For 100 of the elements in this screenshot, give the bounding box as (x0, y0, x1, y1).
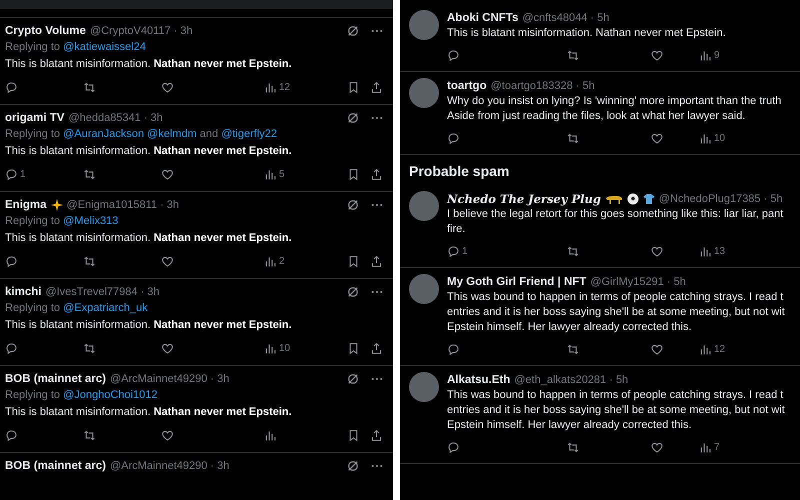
share-icon[interactable] (370, 254, 383, 268)
speech-bubble-icon (447, 48, 460, 62)
views-button[interactable]: 10 (699, 132, 726, 144)
repost-icon[interactable] (83, 168, 96, 180)
soccer-ball-icon (626, 193, 639, 205)
user-name[interactable]: Enigma (5, 199, 47, 211)
user-name[interactable]: Crypto Volume (5, 25, 86, 37)
more-icon[interactable] (371, 116, 383, 120)
bookmark-icon[interactable] (347, 428, 360, 442)
section-heading: Probable spam (408, 162, 510, 181)
handle-and-time: @Enigma1015811 · 3h (66, 199, 180, 211)
like-icon[interactable] (161, 254, 174, 268)
bookmark-icon[interactable] (347, 168, 360, 180)
slashed-circle-icon[interactable] (347, 25, 359, 37)
replying-to-line: Replying to @katiewaissel24 (5, 40, 147, 55)
more-icon[interactable] (371, 29, 383, 33)
user-name[interactable]: toartgo (447, 80, 487, 92)
like-icon[interactable] (161, 342, 174, 354)
user-name[interactable]: Alkatsu.Eth (447, 374, 510, 386)
handle-and-time: @eth_alkats20281 · 5h (514, 374, 628, 386)
speech-bubble-icon (5, 168, 18, 180)
mention-link[interactable]: @Expatriarch_uk (63, 302, 148, 314)
like-icon[interactable] (161, 428, 174, 442)
user-name[interactable]: BOB (mainnet arc) (5, 460, 106, 472)
handle-and-time: @CryptoV40117 · 3h (90, 25, 193, 37)
share-icon[interactable] (370, 342, 383, 354)
mention-link[interactable]: @Melix313 (63, 215, 118, 227)
user-name[interactable]: BOB (mainnet arc) (5, 373, 106, 385)
bar-chart-icon (699, 132, 712, 144)
bookmark-icon[interactable] (347, 80, 360, 94)
views-button[interactable]: 5 (264, 168, 324, 180)
more-icon[interactable] (371, 203, 383, 207)
speech-bubble-icon (5, 254, 18, 268)
share-icon[interactable] (370, 168, 383, 180)
slashed-circle-icon[interactable] (347, 373, 359, 385)
avatar[interactable] (409, 274, 439, 304)
bar-chart-icon (699, 244, 712, 258)
reply-button[interactable]: 1 (447, 244, 531, 258)
user-name[interactable]: kimchi (5, 286, 42, 298)
speech-bubble-icon (447, 342, 460, 356)
avatar[interactable] (409, 191, 439, 221)
speech-bubble-icon (5, 80, 18, 94)
mention-link[interactable]: @katiewaissel24 (63, 41, 146, 53)
like-icon[interactable] (161, 80, 174, 94)
more-icon[interactable] (371, 290, 383, 294)
mention-link[interactable]: @tigerfly22 (221, 128, 278, 140)
tweet-text: This is blatant misinformation. Nathan never met Epstein. (5, 318, 293, 333)
user-name[interactable]: My Goth Girl Friend | NFT (447, 276, 586, 288)
tweet-text-line: Epstein himself. Her lawyer already corrected this. (447, 418, 693, 433)
views-button[interactable]: 2 (264, 254, 324, 268)
speech-bubble-icon (447, 244, 460, 258)
handle-and-time: @cnfts48044 · 5h (522, 12, 610, 24)
views-button[interactable]: 13 (699, 244, 726, 258)
replying-to-line: Replying to @AuranJackson @kelmdm and @tigerfly22 (5, 127, 278, 142)
mention-link[interactable]: @kelmdm (147, 128, 197, 140)
tweet-text-line: fire. (447, 222, 466, 237)
handle-and-time: @GirlMy15291 · 5h (590, 276, 686, 288)
slashed-circle-icon[interactable] (347, 199, 359, 211)
views-button[interactable]: 9 (699, 48, 720, 62)
user-name[interactable]: origami TV (5, 112, 64, 124)
sparkle-icon (50, 199, 63, 211)
repost-icon[interactable] (83, 428, 96, 442)
views-button[interactable]: 12 (699, 342, 726, 356)
more-icon[interactable] (371, 464, 383, 468)
tweet-text-line: This was bound to happen in terms of people catching strays. I read t (447, 290, 784, 305)
avatar[interactable] (409, 10, 439, 40)
replying-to-line: Replying to @Melix313 (5, 214, 120, 229)
user-name[interactable]: Nchedo The Jersey Plug (447, 192, 601, 206)
slashed-circle-icon[interactable] (347, 112, 359, 124)
handle-and-time: @ArcMainnet49290 · 3h (110, 460, 230, 472)
slashed-circle-icon[interactable] (347, 460, 359, 472)
repost-icon[interactable] (83, 342, 96, 354)
bar-chart-icon (264, 342, 277, 354)
bar-chart-icon (264, 80, 277, 94)
avatar[interactable] (409, 78, 439, 108)
slashed-circle-icon[interactable] (347, 286, 359, 298)
bookmark-icon[interactable] (347, 342, 360, 354)
mention-link[interactable]: @JonghoChoi1012 (63, 389, 158, 401)
speech-bubble-icon (447, 132, 460, 144)
views-button[interactable]: 10 (264, 342, 324, 354)
views-button[interactable]: 12 (264, 80, 324, 94)
share-icon[interactable] (370, 428, 383, 442)
speech-bubble-icon (5, 428, 18, 442)
more-icon[interactable] (371, 377, 383, 381)
tweet-text-line: This was bound to happen in terms of people catching strays. I read t (447, 388, 784, 403)
share-icon[interactable] (370, 80, 383, 94)
tweet-text: This is blatant misinformation. Nathan never met Epstein. (5, 57, 293, 72)
avatar[interactable] (409, 372, 439, 402)
speech-bubble-icon (447, 440, 460, 454)
views-button[interactable]: 7 (699, 440, 720, 454)
reply-button[interactable]: 1 (5, 168, 83, 180)
repost-icon[interactable] (83, 254, 96, 268)
tweet-text: This is blatant misinformation. Nathan never met Epstein. (5, 405, 293, 420)
repost-icon[interactable] (83, 80, 96, 94)
mention-link[interactable]: @AuranJackson (63, 128, 144, 140)
bookmark-icon[interactable] (347, 254, 360, 268)
tweet-text-line: Why do you insist on lying? Is 'winning' more important than the truth (447, 94, 782, 109)
replying-to-line: Replying to @JonghoChoi1012 (5, 388, 158, 403)
like-icon[interactable] (161, 168, 174, 180)
user-name[interactable]: Aboki CNFTs (447, 12, 518, 24)
